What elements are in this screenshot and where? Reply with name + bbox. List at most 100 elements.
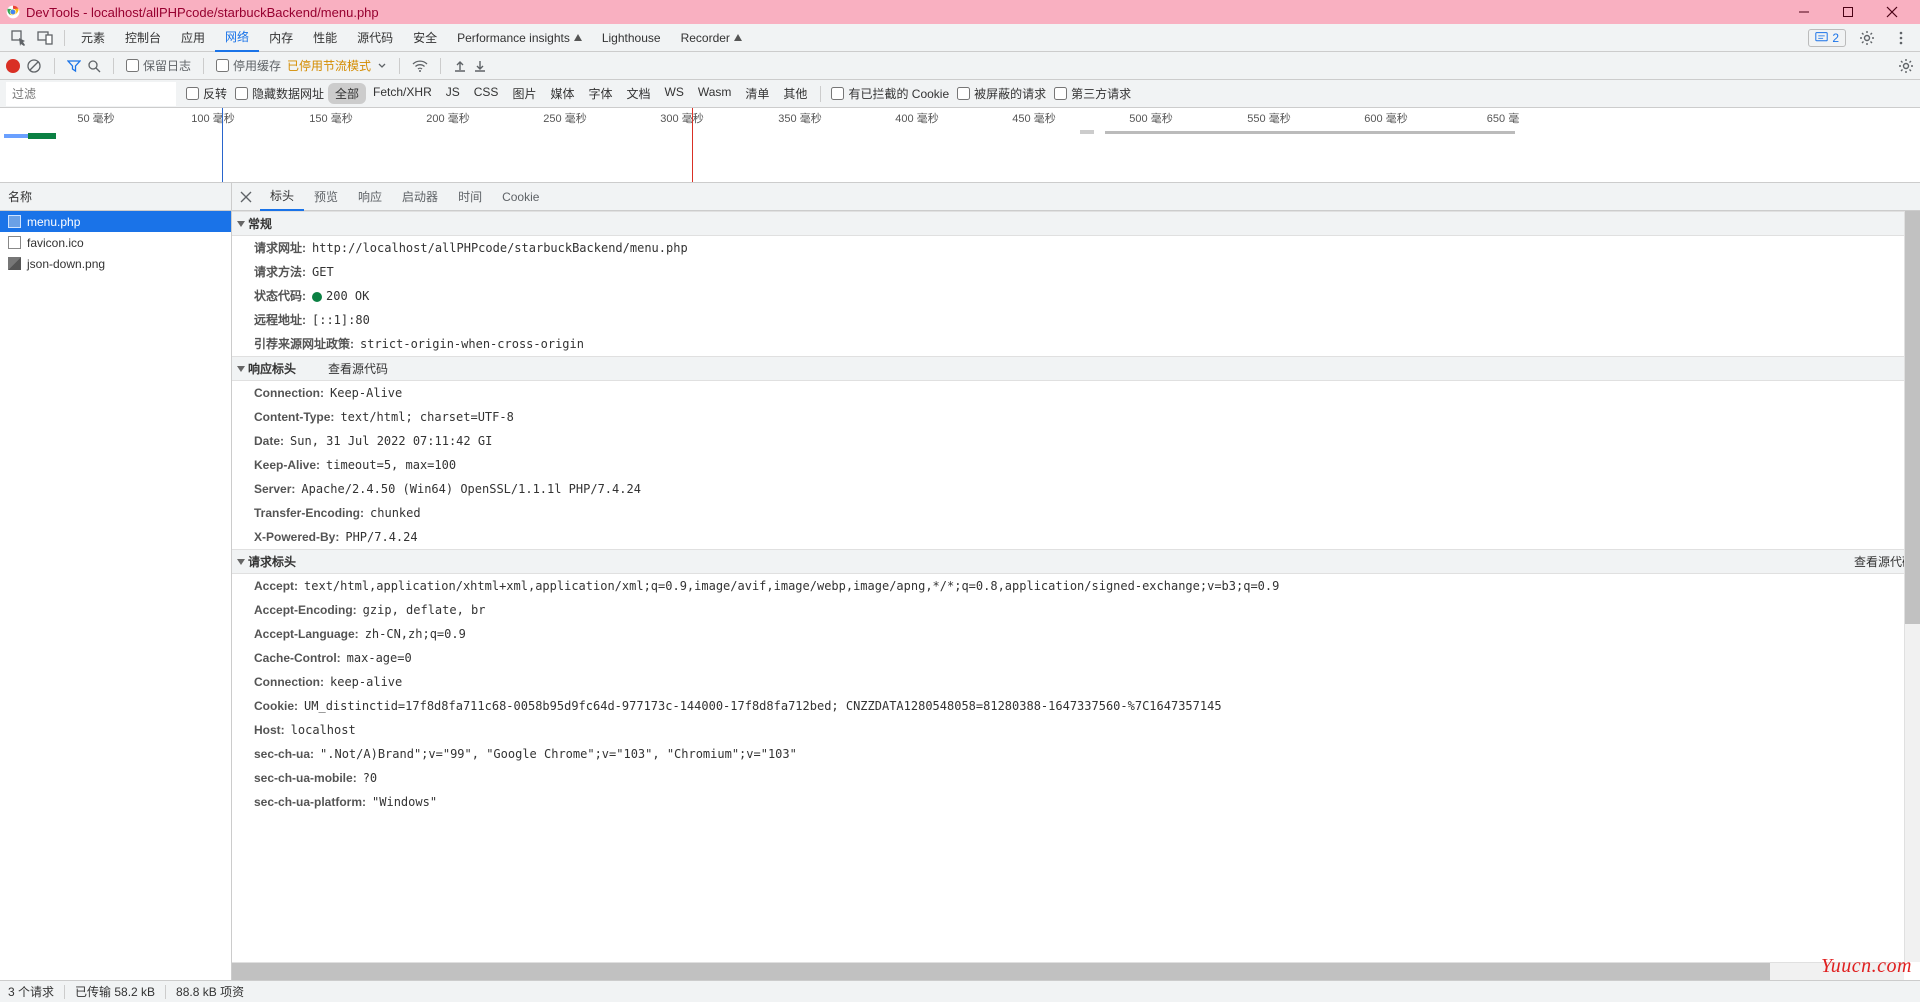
header-row: Transfer-Encoding:chunked (232, 501, 1920, 525)
blocked-requests-checkbox[interactable]: 被屏蔽的请求 (957, 85, 1046, 102)
section-header[interactable]: 常规 (232, 211, 1920, 236)
header-value: ".Not/A)Brand";v="99", "Google Chrome";v… (320, 745, 797, 763)
third-party-checkbox[interactable]: 第三方请求 (1054, 85, 1131, 102)
tab-网络[interactable]: 网络 (215, 24, 259, 52)
request-item-label: menu.php (27, 215, 80, 229)
header-key: Accept-Language: (254, 625, 359, 643)
hide-data-urls-checkbox[interactable]: 隐藏数据网址 (235, 85, 324, 102)
section-header[interactable]: 请求标头查看源代码 (232, 549, 1920, 574)
detail-tab-预览[interactable]: 预览 (304, 183, 348, 211)
record-button[interactable] (6, 59, 20, 73)
filter-icon[interactable] (67, 59, 81, 73)
tab-应用[interactable]: 应用 (171, 24, 215, 52)
detail-tab-时间[interactable]: 时间 (448, 183, 492, 211)
device-toggle-icon[interactable] (34, 27, 56, 49)
upload-icon[interactable] (453, 59, 467, 73)
status-bar: 3 个请求 已传输 58.2 kB 88.8 kB 项资 (0, 980, 1920, 1002)
inspect-icon[interactable] (8, 27, 30, 49)
section-header[interactable]: 响应标头查看源代码 (232, 356, 1920, 381)
preserve-log-checkbox[interactable]: 保留日志 (126, 57, 191, 74)
tab-控制台[interactable]: 控制台 (115, 24, 171, 52)
detail-tab-标头[interactable]: 标头 (260, 183, 304, 211)
tab-lighthouse[interactable]: Lighthouse (592, 24, 671, 52)
header-value: UM_distinctid=17f8d8fa711c68-0058b95d9fc… (304, 697, 1222, 715)
request-item[interactable]: favicon.ico (0, 232, 231, 253)
detail-tab-Cookie[interactable]: Cookie (492, 183, 549, 211)
more-icon[interactable] (1890, 27, 1912, 49)
chevron-down-icon[interactable] (377, 61, 387, 71)
detail-tab-响应[interactable]: 响应 (348, 183, 392, 211)
type-filter-图片[interactable]: 图片 (505, 83, 543, 104)
header-row: 远程地址:[::1]:80 (232, 308, 1920, 332)
minimize-button[interactable] (1782, 0, 1826, 24)
type-filter-其他[interactable]: 其他 (776, 83, 814, 104)
request-list-header[interactable]: 名称 (0, 183, 231, 211)
type-filter-字体[interactable]: 字体 (581, 83, 619, 104)
settings-icon[interactable] (1856, 27, 1878, 49)
filter-input[interactable] (6, 82, 176, 106)
messages-badge[interactable]: 2 (1808, 29, 1846, 47)
header-row: Cookie: UM_distinctid=17f8d8fa711c68-0058… (232, 694, 1920, 718)
type-filter-媒体[interactable]: 媒体 (543, 83, 581, 104)
tab-元素[interactable]: 元素 (71, 24, 115, 52)
type-filter-js[interactable]: JS (439, 83, 467, 104)
throttling-status[interactable]: 已停用节流模式 (287, 57, 371, 74)
request-list: 名称 menu.php favicon.icojson-down.png (0, 183, 232, 980)
header-value: text/html; charset=UTF-8 (340, 408, 513, 426)
vertical-scrollbar[interactable] (1904, 211, 1920, 962)
detail-body[interactable]: 常规请求网址:http://localhost/allPHPcode/starb… (232, 211, 1920, 980)
filter-row: 反转 隐藏数据网址 全部Fetch/XHRJSCSS图片媒体字体文档WSWasm… (0, 80, 1920, 108)
header-value: zh-CN,zh;q=0.9 (365, 625, 466, 643)
close-detail-icon[interactable] (232, 183, 260, 211)
header-row: Connection:keep-alive (232, 670, 1920, 694)
request-item[interactable]: menu.php (0, 211, 231, 232)
header-row: Host:localhost (232, 718, 1920, 742)
tab-安全[interactable]: 安全 (403, 24, 447, 52)
network-settings-icon[interactable] (1898, 58, 1914, 74)
type-filter-文档[interactable]: 文档 (619, 83, 657, 104)
header-key: Cookie: (254, 697, 298, 715)
detail-tab-启动器[interactable]: 启动器 (392, 183, 448, 211)
header-key: X-Powered-By: (254, 528, 339, 546)
invert-checkbox[interactable]: 反转 (186, 85, 227, 102)
header-value: http://localhost/allPHPcode/starbuckBack… (312, 239, 688, 257)
request-item[interactable]: json-down.png (0, 253, 231, 274)
type-filter-全部[interactable]: 全部 (328, 83, 366, 104)
header-key: sec-ch-ua: (254, 745, 314, 763)
clear-icon[interactable] (26, 58, 42, 74)
tab-recorder[interactable]: Recorder (671, 24, 752, 52)
close-button[interactable] (1870, 0, 1914, 24)
wifi-icon[interactable] (412, 59, 428, 73)
header-key: 状态代码: (254, 287, 306, 305)
type-filter-fetch/xhr[interactable]: Fetch/XHR (366, 83, 439, 104)
horizontal-scrollbar[interactable] (232, 962, 1904, 980)
header-row: Connection:Keep-Alive (232, 381, 1920, 405)
header-value: [::1]:80 (312, 311, 370, 329)
tab-performance-insights[interactable]: Performance insights (447, 24, 592, 52)
header-row: Cache-Control:max-age=0 (232, 646, 1920, 670)
type-filter-ws[interactable]: WS (658, 83, 691, 104)
triangle-down-icon (237, 559, 245, 565)
download-icon[interactable] (473, 59, 487, 73)
header-row: 状态代码:200 OK (232, 284, 1920, 308)
type-filter-wasm[interactable]: Wasm (691, 83, 739, 104)
search-icon[interactable] (87, 59, 101, 73)
timeline-tick: 250 毫秒 (543, 110, 586, 126)
tab-内存[interactable]: 内存 (259, 24, 303, 52)
disable-cache-checkbox[interactable]: 停用缓存 (216, 57, 281, 74)
header-key: Accept-Encoding: (254, 601, 357, 619)
maximize-button[interactable] (1826, 0, 1870, 24)
tab-源代码[interactable]: 源代码 (347, 24, 403, 52)
type-filter-css[interactable]: CSS (467, 83, 506, 104)
devtools-tabs: 元素控制台应用网络内存性能源代码安全Performance insightsLi… (0, 24, 1920, 52)
blocked-cookies-checkbox[interactable]: 有已拦截的 Cookie (831, 85, 949, 102)
view-source-link[interactable]: 查看源代码 (328, 360, 388, 377)
header-row: 请求方法:GET (232, 260, 1920, 284)
timeline[interactable]: 50 毫秒100 毫秒150 毫秒200 毫秒250 毫秒300 毫秒350 毫… (0, 108, 1920, 183)
header-row: sec-ch-ua-platform:"Windows" (232, 790, 1920, 814)
tab-性能[interactable]: 性能 (303, 24, 347, 52)
triangle-down-icon (237, 366, 245, 372)
status-requests: 3 个请求 (8, 983, 54, 1000)
header-key: Date: (254, 432, 284, 450)
type-filter-清单[interactable]: 清单 (738, 83, 776, 104)
